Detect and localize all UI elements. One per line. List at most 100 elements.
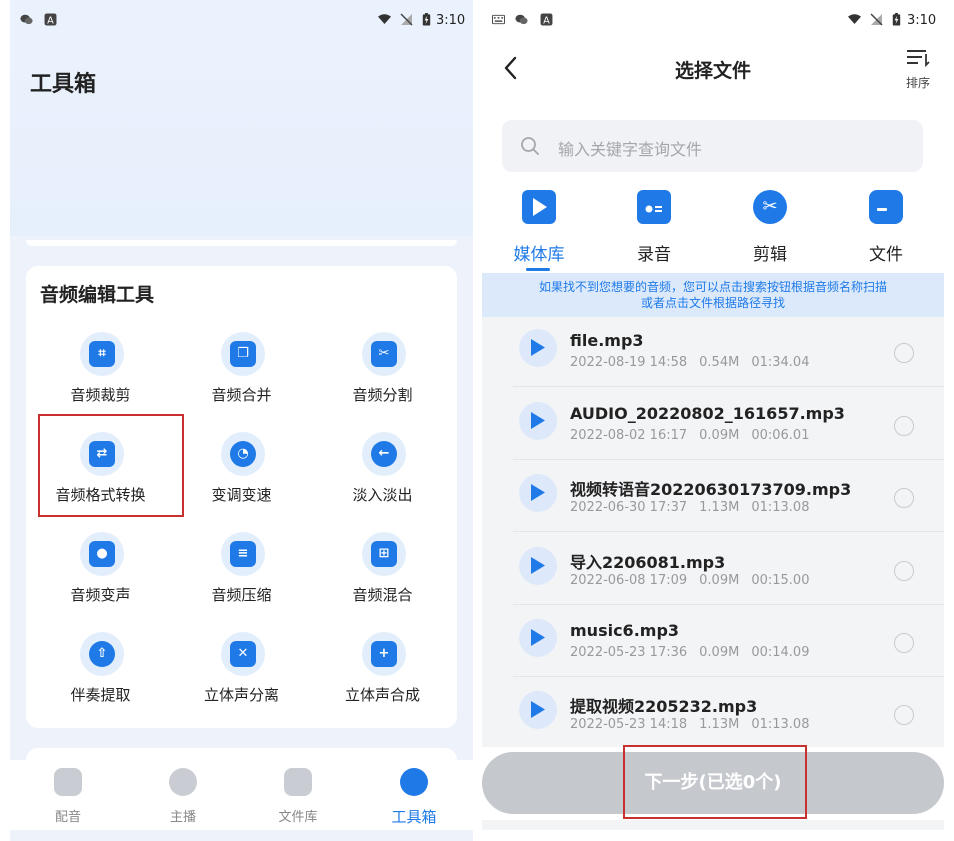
toolbox-screen: A 3:10 工具箱 音频编辑工具 ⌗ 音频裁剪 ❐ 音频合并 ✂ 音频分割 ⇄… xyxy=(10,0,473,841)
file-date: 2022-06-30 17:37 xyxy=(570,500,688,515)
tab-dubbing[interactable]: 配音 xyxy=(28,768,108,825)
tab-clips[interactable]: ✂ 剪辑 xyxy=(730,188,810,265)
file-duration: 01:34.04 xyxy=(751,355,810,370)
status-bar: A 3:10 xyxy=(10,0,473,40)
tool-label: 音频合并 xyxy=(211,386,272,404)
file-name: file.mp3 xyxy=(570,331,644,350)
merge-icon: ❐ xyxy=(221,332,265,376)
file-row[interactable]: music6.mp3 2022-05-23 17:36 0.09M 00:14.09 xyxy=(513,607,944,677)
page-title: 选择文件 xyxy=(674,60,751,82)
play-button[interactable] xyxy=(519,402,557,440)
hint-line-1: 如果找不到您想要的音频，您可以点击搜索按钮根据音频名称扫描 xyxy=(538,280,887,294)
tool-label: 音频压缩 xyxy=(211,586,272,604)
file-picker-screen: A 3:10 选择文件 排序 输入关键字查询文件 媒体库 录音 ✂ 剪辑 文件 … xyxy=(482,0,944,841)
file-list: file.mp3 2022-08-19 14:58 0.54M 01:34.04 A… xyxy=(482,317,944,747)
select-radio[interactable] xyxy=(894,633,914,653)
tool-accompaniment-extract[interactable]: ⇧ 伴奏提取 xyxy=(30,632,171,722)
tool-label: 变调变速 xyxy=(211,486,272,504)
keyboard-a-icon: A xyxy=(44,13,57,26)
select-radio[interactable] xyxy=(894,561,914,581)
tool-stereo-merge[interactable]: + 立体声合成 xyxy=(312,632,453,722)
play-icon xyxy=(531,339,545,356)
tool-audio-merge[interactable]: ❐ 音频合并 xyxy=(171,332,312,422)
file-row[interactable]: 导入2206081.mp3 2022-06-08 17:09 0.09M 00:15… xyxy=(513,535,944,605)
tool-fade[interactable]: ← 淡入淡出 xyxy=(312,432,453,522)
select-radio[interactable] xyxy=(894,488,914,508)
no-signal-icon xyxy=(400,13,413,26)
file-date: 2022-05-23 17:36 xyxy=(570,645,688,660)
file-size: 0.09M xyxy=(699,645,740,660)
tool-voice-change[interactable]: ● 音频变声 xyxy=(30,532,171,622)
tool-pitch-speed[interactable]: ◔ 变调变速 xyxy=(171,432,312,522)
file-meta: 2022-08-19 14:58 0.54M 01:34.04 xyxy=(570,355,821,370)
file-size: 0.09M xyxy=(699,428,740,443)
play-icon xyxy=(531,701,545,718)
active-tab-indicator xyxy=(526,268,550,271)
play-button[interactable] xyxy=(519,329,557,367)
file-date: 2022-06-08 17:09 xyxy=(570,573,688,588)
tool-label: 淡入淡出 xyxy=(352,486,413,504)
select-radio[interactable] xyxy=(894,343,914,363)
sort-icon xyxy=(907,50,930,68)
tab-label: 录音 xyxy=(637,245,671,265)
file-meta: 2022-06-08 17:09 0.09M 00:15.00 xyxy=(570,573,821,588)
play-button[interactable] xyxy=(519,547,557,585)
tab-toolbox[interactable]: 工具箱 xyxy=(374,768,454,827)
battery-icon xyxy=(892,13,901,26)
tool-label: 音频变声 xyxy=(70,586,131,604)
tool-stereo-split[interactable]: ✕ 立体声分离 xyxy=(171,632,312,722)
tool-label: 伴奏提取 xyxy=(70,686,131,704)
highlight-box-format-convert xyxy=(38,414,184,517)
file-row[interactable]: file.mp3 2022-08-19 14:58 0.54M 01:34.04 xyxy=(513,317,944,387)
select-radio[interactable] xyxy=(894,705,914,725)
select-radio[interactable] xyxy=(894,416,914,436)
file-duration: 00:06.01 xyxy=(751,428,810,443)
sort-button[interactable]: 排序 xyxy=(898,48,938,91)
svg-text:A: A xyxy=(543,15,550,26)
wechat-icon xyxy=(515,14,528,25)
file-size: 0.54M xyxy=(699,355,740,370)
search-input[interactable]: 输入关键字查询文件 xyxy=(502,120,923,172)
file-row[interactable]: 提取视频2205232.mp3 2022-05-23 14:18 1.13M 01:… xyxy=(513,679,944,749)
file-name: music6.mp3 xyxy=(570,621,680,640)
file-meta: 2022-05-23 17:36 0.09M 00:14.09 xyxy=(570,645,821,660)
sort-label: 排序 xyxy=(905,76,930,90)
tool-audio-crop[interactable]: ⌗ 音频裁剪 xyxy=(30,332,171,422)
file-meta: 2022-05-23 14:18 1.13M 01:13.08 xyxy=(570,717,821,732)
file-duration: 00:15.00 xyxy=(751,573,810,588)
tab-label: 剪辑 xyxy=(753,245,787,265)
tool-audio-split[interactable]: ✂ 音频分割 xyxy=(312,332,453,422)
tab-files[interactable]: 文件 xyxy=(846,188,926,265)
microphone-icon: ● xyxy=(80,532,124,576)
tab-label: 媒体库 xyxy=(513,245,565,265)
file-row[interactable]: AUDIO_20220802_161657.mp3 2022-08-02 16:… xyxy=(513,390,944,460)
file-size: 1.13M xyxy=(699,500,740,515)
tab-recording[interactable]: 录音 xyxy=(614,188,694,265)
split-icon: ✂ xyxy=(362,332,406,376)
file-duration: 00:14.09 xyxy=(751,645,810,660)
svg-text:A: A xyxy=(47,15,54,26)
anchor-icon xyxy=(169,768,197,796)
stereo-split-icon: ✕ xyxy=(221,632,265,676)
file-row[interactable]: 视频转语音20220630173709.mp3 2022-06-30 17:37… xyxy=(513,462,944,532)
play-button[interactable] xyxy=(519,619,557,657)
tool-label: 音频分割 xyxy=(352,386,413,404)
page-title: 工具箱 xyxy=(30,72,97,97)
play-button[interactable] xyxy=(519,691,557,729)
play-icon xyxy=(531,484,545,501)
tab-label: 工具箱 xyxy=(391,808,437,826)
tab-media-library[interactable]: 媒体库 xyxy=(499,188,579,265)
file-size: 1.13M xyxy=(699,717,740,732)
mix-icon: ⊞ xyxy=(362,532,406,576)
crop-icon: ⌗ xyxy=(80,332,124,376)
search-icon xyxy=(521,137,539,155)
tool-audio-mix[interactable]: ⊞ 音频混合 xyxy=(312,532,453,622)
play-icon xyxy=(531,629,545,646)
tool-audio-compress[interactable]: ≡ 音频压缩 xyxy=(171,532,312,622)
tab-file-library[interactable]: 文件库 xyxy=(258,768,338,825)
play-button[interactable] xyxy=(519,474,557,512)
file-duration: 01:13.08 xyxy=(751,717,810,732)
wechat-icon xyxy=(20,14,33,25)
tab-anchor[interactable]: 主播 xyxy=(143,768,223,825)
wifi-icon xyxy=(378,14,391,24)
